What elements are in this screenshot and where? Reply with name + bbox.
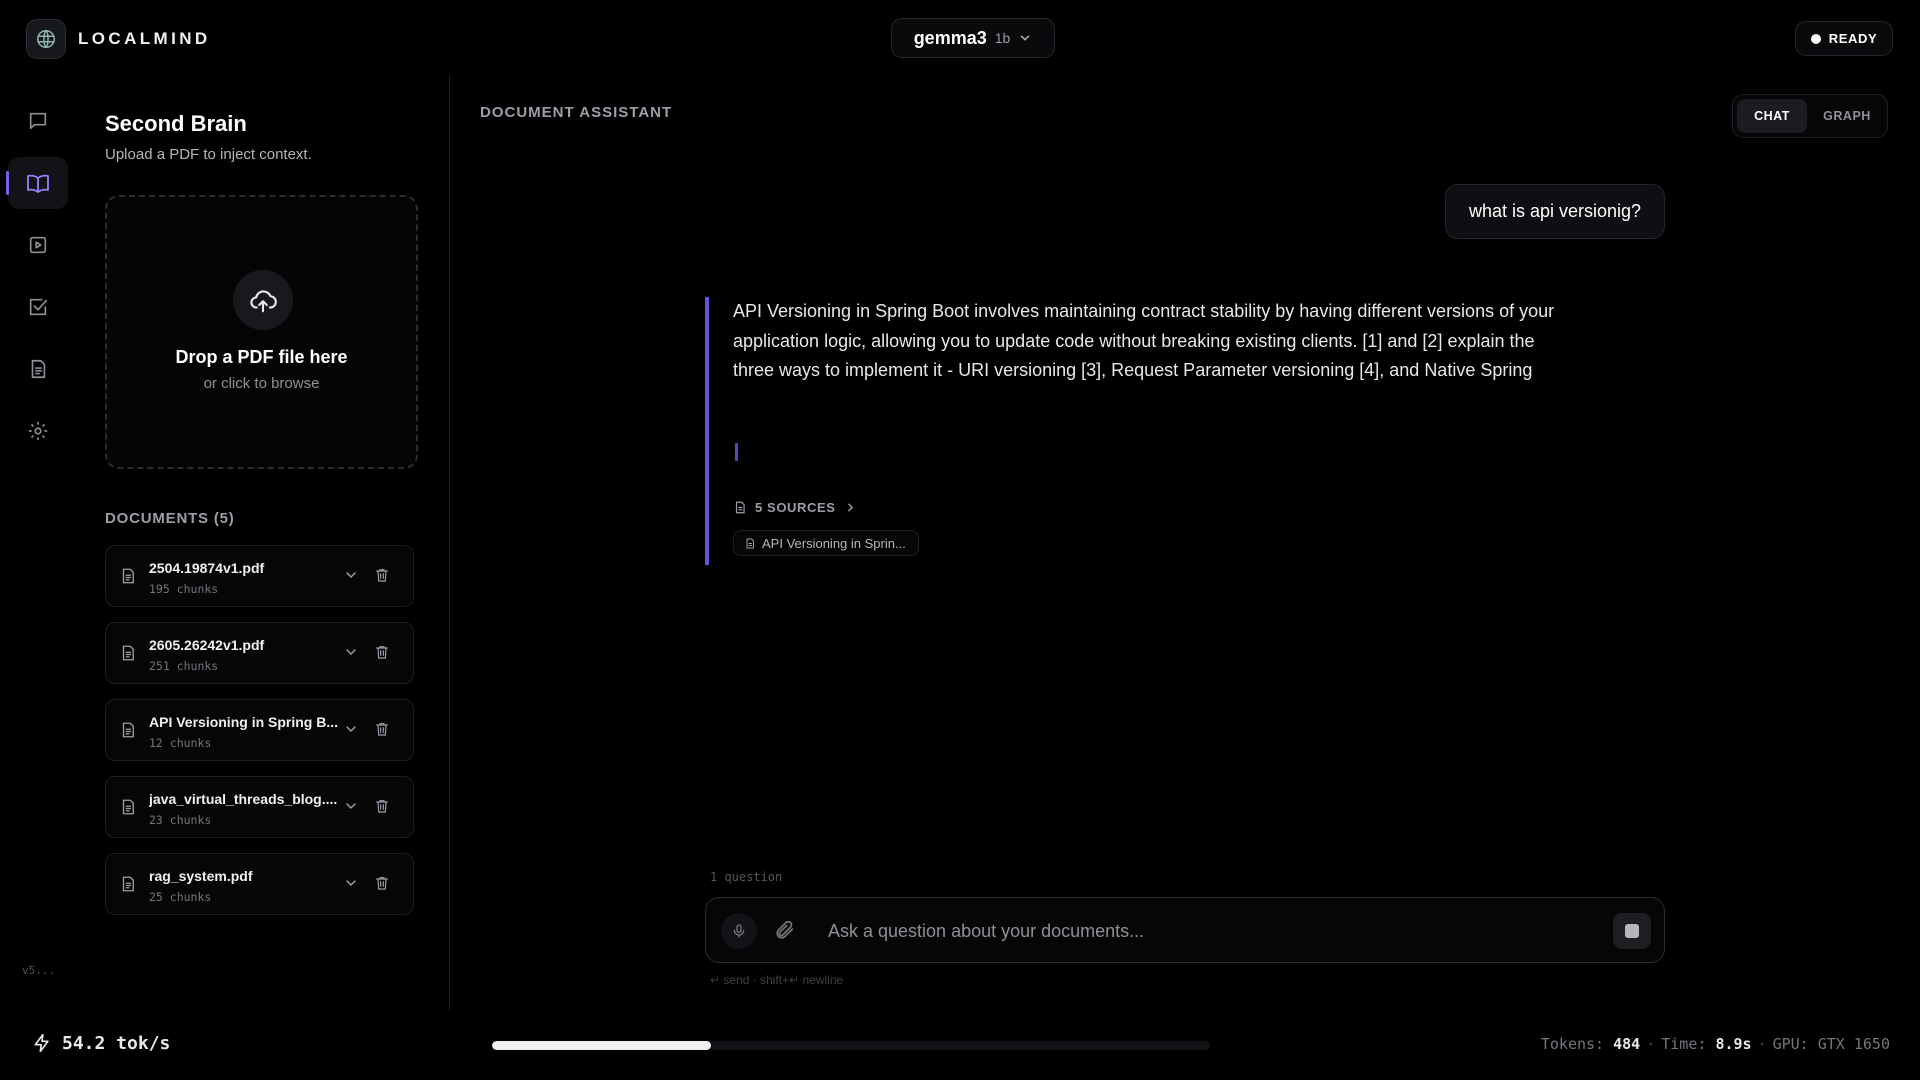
panel-title: Second Brain <box>105 111 247 136</box>
dropzone-title: Drop a PDF file here <box>175 347 348 367</box>
nav-settings[interactable] <box>8 405 68 457</box>
book-open-icon <box>26 171 50 195</box>
source-chip[interactable]: API Versioning in Sprin... <box>733 530 919 556</box>
nav-second-brain[interactable] <box>6 157 68 209</box>
document-icon <box>27 358 49 380</box>
document-name: 2504.19874v1.pdf <box>149 560 265 576</box>
question-count: 1 question <box>710 870 783 884</box>
status-dot <box>1810 33 1821 44</box>
keyboard-hint: ↵ send · shift+↵ newline <box>710 973 844 987</box>
top-bar: LOCALMIND gemma3 1b READY <box>0 0 1920 75</box>
chat-composer <box>705 897 1665 963</box>
source-chip-label: API Versioning in Sprin... <box>762 535 906 551</box>
document-name: java_virtual_threads_blog.... <box>149 791 338 807</box>
document-chunks: 12 chunks <box>149 736 212 750</box>
trash-icon[interactable] <box>374 566 390 584</box>
question-input[interactable] <box>828 914 1588 948</box>
nav-tasks[interactable] <box>8 281 68 333</box>
document-item[interactable]: java_virtual_threads_blog.... 23 chunks <box>105 776 414 838</box>
document-item[interactable]: rag_system.pdf 25 chunks <box>105 853 414 915</box>
document-chunks: 23 chunks <box>149 813 212 827</box>
generation-stats: Tokens: 484 · Time: 8.9s · GPU: GTX 1650 <box>1540 1035 1890 1053</box>
file-icon <box>119 797 137 817</box>
cloud-upload-icon <box>233 270 293 330</box>
documents-heading: DOCUMENTS (5) <box>105 510 235 527</box>
stop-icon <box>1625 924 1639 938</box>
sources-toggle[interactable]: 5 SOURCES <box>733 500 857 515</box>
document-name: 2605.26242v1.pdf <box>149 637 265 653</box>
document-icon <box>744 537 756 550</box>
nav-chat[interactable] <box>8 95 68 147</box>
speed-value: 54.2 tok/s <box>62 1032 171 1054</box>
sources-label: 5 SOURCES <box>755 500 836 515</box>
microphone-icon <box>731 922 747 940</box>
paperclip-icon[interactable] <box>774 917 796 943</box>
chevron-down-icon[interactable] <box>343 567 359 583</box>
nav-documents[interactable] <box>8 343 68 395</box>
time-label: Time: <box>1661 1035 1707 1053</box>
brain-globe-icon <box>26 19 66 59</box>
lightning-icon <box>32 1032 52 1054</box>
microphone-button[interactable] <box>721 913 757 949</box>
chevron-down-icon[interactable] <box>343 644 359 660</box>
trash-icon[interactable] <box>374 720 390 738</box>
trash-icon[interactable] <box>374 874 390 892</box>
assistant-message: API Versioning in Spring Boot involves m… <box>705 297 1565 565</box>
stop-generation-button[interactable] <box>1613 913 1651 949</box>
document-list: 2504.19874v1.pdf 195 chunks 2605.26242v1… <box>105 545 414 930</box>
app-version: v5... <box>22 964 56 977</box>
play-video-icon <box>27 234 49 256</box>
status-badge: READY <box>1795 21 1893 56</box>
chevron-down-icon[interactable] <box>343 798 359 814</box>
file-icon <box>119 720 137 740</box>
time-value: 8.9s <box>1715 1035 1752 1053</box>
streaming-cursor <box>735 443 738 461</box>
panel-subtitle: Upload a PDF to inject context. <box>105 146 312 163</box>
checkbox-icon <box>27 296 49 318</box>
file-icon <box>119 874 137 894</box>
chat-bubble-icon <box>27 110 49 132</box>
generation-progress <box>492 1041 1210 1050</box>
gear-icon <box>27 420 49 442</box>
document-chunks: 25 chunks <box>149 890 212 904</box>
document-item[interactable]: API Versioning in Spring B... 12 chunks <box>105 699 414 761</box>
file-icon <box>119 643 137 663</box>
second-brain-panel: Second Brain Upload a PDF to inject cont… <box>76 75 450 1010</box>
status-label: READY <box>1828 31 1878 46</box>
gpu-label: GPU: GTX 1650 <box>1772 1035 1890 1053</box>
nav-video[interactable] <box>8 219 68 271</box>
document-chunks: 251 chunks <box>149 659 219 673</box>
brand-name: LOCALMIND <box>78 29 211 48</box>
document-name: rag_system.pdf <box>149 868 253 884</box>
trash-icon[interactable] <box>374 643 390 661</box>
document-item[interactable]: 2605.26242v1.pdf 251 chunks <box>105 622 414 684</box>
model-selector[interactable]: gemma3 1b <box>891 18 1055 58</box>
document-icon <box>733 500 747 515</box>
tab-chat[interactable]: CHAT <box>1737 99 1807 133</box>
tokens-per-second: 54.2 tok/s <box>32 1032 170 1054</box>
document-item[interactable]: 2504.19874v1.pdf 195 chunks <box>105 545 414 607</box>
tokens-label: Tokens: <box>1540 1035 1605 1053</box>
main-heading: DOCUMENT ASSISTANT <box>480 104 673 121</box>
model-size: 1b <box>994 30 1011 46</box>
user-message: what is api versionig? <box>1445 184 1665 239</box>
pdf-dropzone[interactable]: Drop a PDF file here or click to browse <box>105 195 418 469</box>
tab-graph[interactable]: GRAPH <box>1811 99 1883 133</box>
chevron-down-icon[interactable] <box>343 721 359 737</box>
chevron-down-icon[interactable] <box>343 875 359 891</box>
assistant-message-text: API Versioning in Spring Boot involves m… <box>733 301 1555 381</box>
trash-icon[interactable] <box>374 797 390 815</box>
document-chunks: 195 chunks <box>149 582 219 596</box>
progress-fill <box>492 1041 711 1050</box>
brand[interactable]: LOCALMIND <box>26 19 211 59</box>
view-switcher: CHAT GRAPH <box>1732 94 1888 138</box>
model-name: gemma3 <box>913 27 987 48</box>
chevron-right-icon <box>844 501 857 514</box>
tokens-value: 484 <box>1613 1035 1641 1053</box>
chevron-down-icon <box>1018 31 1032 45</box>
dropzone-subtitle: or click to browse <box>203 375 320 392</box>
file-icon <box>119 566 137 586</box>
document-name: API Versioning in Spring B... <box>149 714 339 730</box>
